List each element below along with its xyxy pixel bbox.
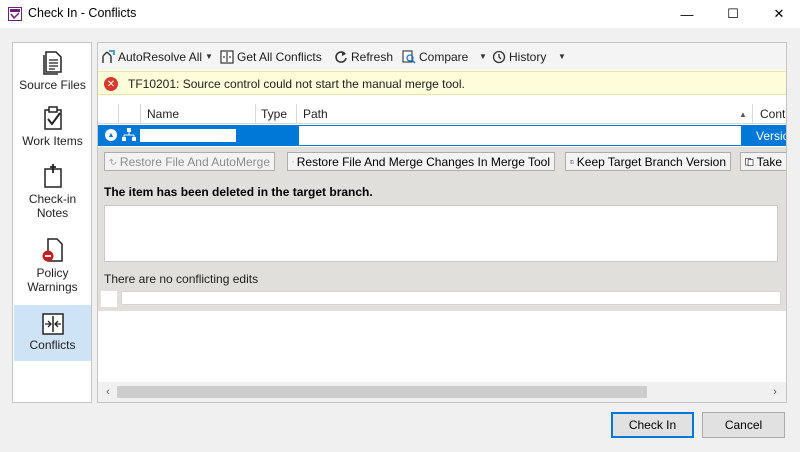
get-all-conflicts-icon	[220, 49, 234, 64]
row-name-cell	[140, 129, 236, 142]
history-dropdown-caret[interactable]: ▼	[557, 48, 567, 65]
conflict-row[interactable]: ▲ Versio	[98, 125, 786, 146]
app-icon	[8, 7, 22, 21]
minimize-button[interactable]: —	[664, 0, 710, 28]
scroll-right-arrow-icon[interactable]: ›	[768, 384, 782, 400]
branch-tree-icon	[122, 128, 136, 141]
refresh-button[interactable]: Refresh	[334, 48, 393, 65]
nav-item-checkin-notes[interactable]: Check-in Notes	[14, 163, 91, 229]
nav-item-source-files[interactable]: Source Files	[14, 49, 91, 101]
edits-row-marker	[101, 291, 117, 307]
left-nav: Source Files Work Items Check-in Notes P…	[12, 42, 92, 403]
conflict-detail-pane: Restore File And AutoMerge Restore File …	[98, 147, 786, 277]
title-bar: Check In - Conflicts — ☐ ✕	[0, 0, 800, 28]
column-separator[interactable]	[752, 104, 753, 124]
horizontal-scroll-thumb[interactable]	[117, 386, 647, 398]
get-all-conflicts-button[interactable]: Get All Conflicts	[220, 48, 322, 65]
edits-list-row	[98, 289, 786, 311]
nav-label-work-items: Work Items	[22, 134, 83, 148]
maximize-button[interactable]: ☐	[710, 0, 756, 28]
keep-target-branch-version-label: Keep Target Branch Version	[576, 154, 726, 169]
edits-summary-bar: There are no conflicting edits	[98, 267, 786, 289]
history-button[interactable]: History	[492, 48, 546, 65]
column-header-type[interactable]: Type	[261, 107, 287, 121]
expand-row-icon[interactable]: ▲	[105, 129, 117, 141]
cancel-button[interactable]: Cancel	[702, 412, 785, 438]
column-header-name[interactable]: Name	[147, 107, 179, 121]
column-header-path[interactable]: Path	[303, 107, 328, 121]
column-separator[interactable]	[255, 104, 256, 124]
nav-item-work-items[interactable]: Work Items	[14, 105, 91, 157]
edits-list-field[interactable]	[121, 291, 781, 305]
column-separator[interactable]	[296, 104, 297, 124]
history-label: History	[509, 49, 547, 64]
check-in-conflicts-window: Check In - Conflicts — ☐ ✕ Source Files …	[0, 0, 800, 452]
take-source-version-button[interactable]: Take	[740, 152, 786, 171]
refresh-icon	[335, 50, 347, 63]
autoresolve-dropdown-caret[interactable]: ▼	[204, 48, 214, 65]
compare-dropdown-caret[interactable]: ▼	[478, 48, 488, 65]
restore-file-automerge-label: Restore File And AutoMerge	[119, 154, 270, 169]
take-source-icon	[745, 157, 754, 166]
checkin-notes-icon	[43, 164, 62, 188]
nav-item-conflicts[interactable]: Conflicts	[14, 305, 91, 361]
no-conflicting-edits-label: There are no conflicting edits	[104, 272, 259, 286]
check-in-button[interactable]: Check In	[611, 412, 694, 438]
row-path-cell	[298, 125, 742, 146]
compare-label: Compare	[419, 49, 469, 64]
compare-button[interactable]: Compare	[402, 48, 468, 65]
autoresolve-icon	[102, 49, 115, 63]
horizontal-scrollbar[interactable]: ‹ ›	[98, 382, 786, 402]
history-icon	[492, 50, 506, 63]
policy-warnings-icon	[42, 238, 63, 262]
conflict-description-box	[104, 205, 778, 262]
description-scroll-indicator[interactable]	[780, 207, 784, 259]
work-items-icon	[43, 106, 62, 130]
conflicts-icon	[41, 313, 64, 335]
automerge-icon	[109, 158, 117, 165]
keep-target-icon	[570, 159, 574, 164]
conflicts-grid-header: Name Type Path ▲ Cont	[98, 104, 786, 124]
get-all-conflicts-label: Get All Conflicts	[237, 49, 322, 64]
source-files-icon	[42, 51, 62, 75]
refresh-label: Refresh	[351, 49, 394, 64]
sort-ascending-icon: ▲	[739, 110, 747, 119]
conflicts-panel: AutoResolve All ▼ Get All Conflicts Refr…	[97, 42, 787, 403]
row-conflict-cell: Versio	[756, 129, 786, 143]
column-separator	[118, 104, 119, 124]
nav-label-checkin-notes: Check-in Notes	[28, 192, 77, 220]
error-message: TF10201: Source control could not start …	[128, 77, 465, 91]
autoresolve-all-label: AutoResolve All	[118, 49, 203, 64]
keep-target-branch-version-button[interactable]: Keep Target Branch Version	[565, 152, 731, 171]
nav-label-source-files: Source Files	[19, 78, 86, 92]
restore-file-merge-tool-label: Restore File And Merge Changes In Merge …	[296, 154, 550, 169]
error-icon: ✕	[104, 77, 118, 91]
restore-file-automerge-button[interactable]: Restore File And AutoMerge	[104, 152, 275, 171]
column-header-conflict[interactable]: Cont	[760, 107, 785, 121]
take-source-version-label: Take	[756, 154, 782, 169]
nav-label-policy-warnings: Policy Warnings	[27, 266, 78, 294]
compare-icon	[402, 49, 416, 64]
error-bar: ✕ TF10201: Source control could not star…	[98, 71, 786, 95]
restore-file-merge-tool-button[interactable]: Restore File And Merge Changes In Merge …	[287, 152, 555, 171]
toolbar: AutoResolve All ▼ Get All Conflicts Refr…	[98, 43, 786, 70]
nav-label-conflicts: Conflicts	[29, 338, 76, 352]
column-separator	[140, 104, 141, 124]
scroll-left-arrow-icon[interactable]: ‹	[101, 384, 115, 400]
nav-item-policy-warnings[interactable]: Policy Warnings	[14, 237, 91, 299]
merge-tool-icon	[292, 160, 294, 163]
deleted-in-target-message: The item has been deleted in the target …	[104, 185, 373, 199]
autoresolve-all-button[interactable]: AutoResolve All	[101, 48, 202, 65]
window-title: Check In - Conflicts	[28, 6, 137, 20]
close-button[interactable]: ✕	[756, 0, 800, 28]
